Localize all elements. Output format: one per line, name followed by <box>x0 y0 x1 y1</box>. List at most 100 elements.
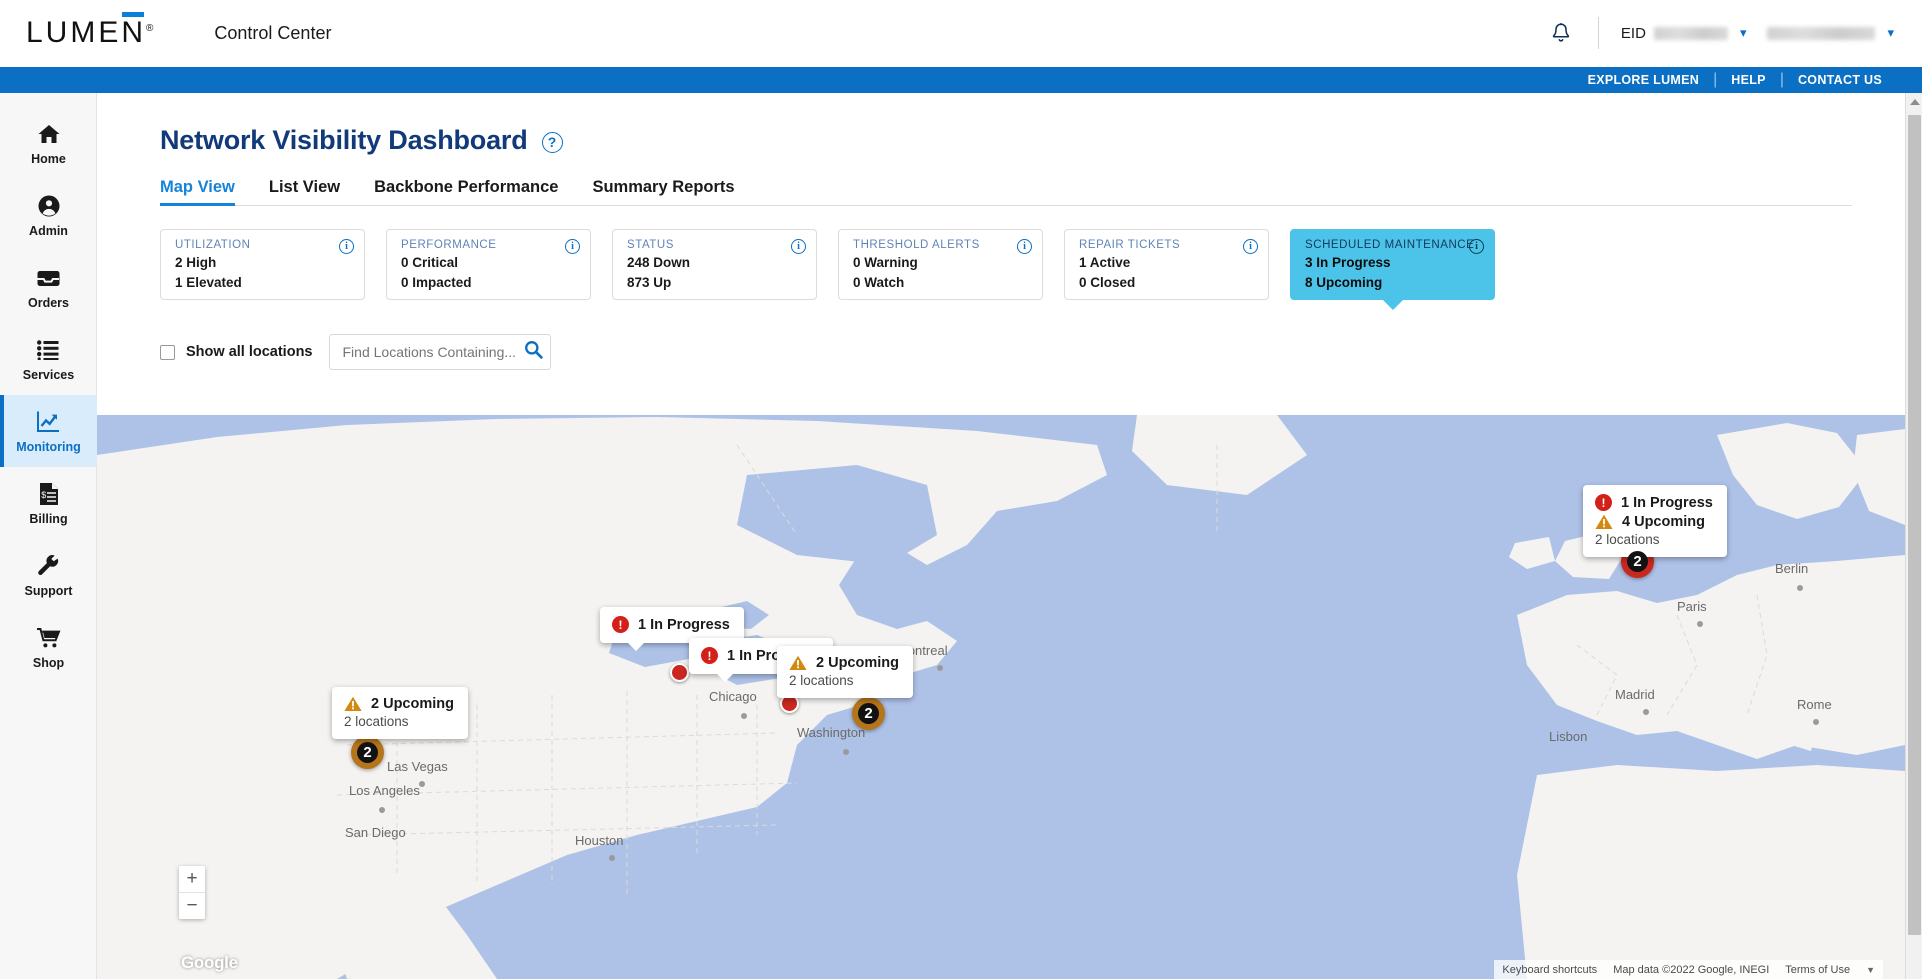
cluster-count: 2 <box>1633 553 1642 570</box>
sidebar-nav: Home Admin Orders Services Monitoring $ … <box>0 93 97 979</box>
sidebar-label: Monitoring <box>16 439 81 454</box>
map-city-label: Rome <box>1797 697 1832 712</box>
kpi-card-status[interactable]: STATUS 248 Down 873 Up i <box>612 229 817 300</box>
header-right-group: EID ▾ ▾ <box>1546 17 1922 49</box>
svg-text:$: $ <box>41 490 46 500</box>
error-icon: ! <box>1595 494 1612 511</box>
tab-backbone-performance[interactable]: Backbone Performance <box>374 178 558 206</box>
terms-of-use-link[interactable]: Terms of Use <box>1785 964 1850 976</box>
search-icon[interactable] <box>524 340 543 364</box>
warning-icon <box>1595 514 1613 530</box>
tab-map-view[interactable]: Map View <box>160 178 235 206</box>
map-data-credit: Map data ©2022 Google, INEGI <box>1613 963 1770 976</box>
kpi-value-secondary: 1 Elevated <box>175 275 242 291</box>
eid-value-redacted <box>1653 26 1728 40</box>
scroll-up-arrow[interactable] <box>1910 99 1920 105</box>
kpi-value-secondary: 8 Upcoming <box>1305 275 1383 291</box>
search-input[interactable] <box>342 344 524 360</box>
kpi-card-performance[interactable]: PERFORMANCE 0 Critical 0 Impacted i <box>386 229 591 300</box>
nav-explore-lumen[interactable]: EXPLORE LUMEN <box>1574 73 1714 87</box>
map-city-label: Los Angeles <box>349 783 420 798</box>
kpi-value-secondary: 0 Watch <box>853 275 905 291</box>
account-selector[interactable]: ▾ <box>1767 25 1894 41</box>
map-city-label: Berlin <box>1775 561 1809 576</box>
kpi-value-primary: 1 Active <box>1079 255 1131 270</box>
info-icon[interactable]: i <box>791 239 806 254</box>
info-icon[interactable]: i <box>1469 239 1484 254</box>
logo-registered-mark: ® <box>146 23 157 34</box>
sidebar-item-support[interactable]: Support <box>0 539 97 611</box>
zoom-in-button[interactable]: + <box>179 866 205 892</box>
map-city-dot <box>1697 621 1703 627</box>
chevron-down-icon: ▾ <box>1887 25 1894 40</box>
map-city-label: Madrid <box>1615 687 1655 702</box>
header-divider <box>1597 17 1599 49</box>
kpi-label: UTILIZATION <box>175 239 251 251</box>
cluster-count: 2 <box>864 705 873 722</box>
map-city-label: Houston <box>575 833 624 848</box>
user-circle-icon <box>37 193 61 219</box>
info-icon[interactable]: i <box>339 239 354 254</box>
sidebar-item-monitoring[interactable]: Monitoring <box>0 395 97 467</box>
tooltip-text: 1 In Progress <box>1621 494 1713 511</box>
kpi-label: SCHEDULED MAINTENANCE <box>1305 239 1475 251</box>
help-circle-icon[interactable]: ? <box>541 131 563 153</box>
info-icon[interactable]: i <box>565 239 580 254</box>
kpi-value-primary: 2 High <box>175 255 217 270</box>
map-city-dot <box>1643 709 1649 715</box>
page-scrollbar[interactable] <box>1905 93 1922 979</box>
sidebar-label: Orders <box>28 295 69 310</box>
location-search-box[interactable] <box>328 334 551 370</box>
error-icon: ! <box>701 647 718 664</box>
info-icon[interactable]: i <box>1017 239 1032 254</box>
info-icon[interactable]: i <box>1243 239 1258 254</box>
map-canvas[interactable]: Ottawa Montreal Chicago Washington Las V… <box>97 415 1905 979</box>
sidebar-item-billing[interactable]: $ Billing <box>0 467 97 539</box>
kpi-value-primary: 0 Critical <box>401 255 459 270</box>
kpi-card-row: UTILIZATION 2 High 1 Elevated i PERFORMA… <box>97 206 1905 300</box>
kpi-card-threshold-alerts[interactable]: THRESHOLD ALERTS 0 Warning 0 Watch i <box>838 229 1043 300</box>
tooltip-row: ! 1 In Progress <box>1595 494 1713 511</box>
show-all-locations-checkbox[interactable] <box>160 344 175 360</box>
utility-nav: EXPLORE LUMEN | HELP | CONTACT US <box>0 67 1922 93</box>
sidebar-item-home[interactable]: Home <box>0 107 97 179</box>
chevron-down-icon[interactable]: ▼ <box>1866 965 1875 975</box>
zoom-out-button[interactable]: − <box>179 893 205 919</box>
scrollbar-thumb[interactable] <box>1908 115 1921 935</box>
kpi-card-repair-tickets[interactable]: REPAIR TICKETS 1 Active 0 Closed i <box>1064 229 1269 300</box>
tab-summary-reports[interactable]: Summary Reports <box>592 178 734 206</box>
sidebar-item-shop[interactable]: Shop <box>0 611 97 683</box>
tooltip-row: ! 1 In Progress <box>612 616 730 633</box>
sidebar-item-orders[interactable]: Orders <box>0 251 97 323</box>
tooltip-text: 4 Upcoming <box>1622 514 1705 530</box>
keyboard-shortcuts-link[interactable]: Keyboard shortcuts <box>1502 964 1597 976</box>
map-tooltip[interactable]: ! 1 In Progress 4 Upcoming 2 locations <box>1583 485 1727 557</box>
sidebar-label: Admin <box>29 223 68 238</box>
kpi-label: THRESHOLD ALERTS <box>853 239 980 251</box>
show-all-locations-toggle[interactable]: Show all locations <box>160 344 313 360</box>
map-cluster-marker[interactable]: 2 <box>351 736 384 769</box>
map-city-dot <box>609 855 615 861</box>
sidebar-item-admin[interactable]: Admin <box>0 179 97 251</box>
eid-selector[interactable]: EID ▾ <box>1621 25 1747 42</box>
map-marker-in-progress[interactable] <box>670 663 689 682</box>
lumen-logo[interactable]: LUMEN® <box>26 12 157 48</box>
nav-help[interactable]: HELP <box>1717 73 1780 87</box>
kpi-card-utilization[interactable]: UTILIZATION 2 High 1 Elevated i <box>160 229 365 300</box>
kpi-value-primary: 248 Down <box>627 255 691 270</box>
kpi-card-scheduled-maintenance[interactable]: SCHEDULED MAINTENANCE 3 In Progress 8 Up… <box>1290 229 1495 300</box>
map-attribution: Keyboard shortcuts Map data ©2022 Google… <box>1494 960 1883 979</box>
account-value-redacted <box>1767 26 1876 40</box>
error-icon: ! <box>612 616 629 633</box>
tab-list-view[interactable]: List View <box>269 178 340 206</box>
sidebar-item-services[interactable]: Services <box>0 323 97 395</box>
list-icon <box>37 337 60 363</box>
tooltip-text: 2 Upcoming <box>371 696 454 712</box>
map-tooltip[interactable]: 2 Upcoming 2 locations <box>777 646 913 698</box>
map-tooltip[interactable]: 2 Upcoming 2 locations <box>332 687 468 739</box>
tooltip-subtext: 2 locations <box>1595 532 1660 547</box>
nav-contact-us[interactable]: CONTACT US <box>1784 73 1896 87</box>
kpi-label: PERFORMANCE <box>401 239 497 251</box>
notification-bell-icon[interactable] <box>1546 18 1576 48</box>
map-cluster-marker[interactable]: 2 <box>852 697 885 730</box>
